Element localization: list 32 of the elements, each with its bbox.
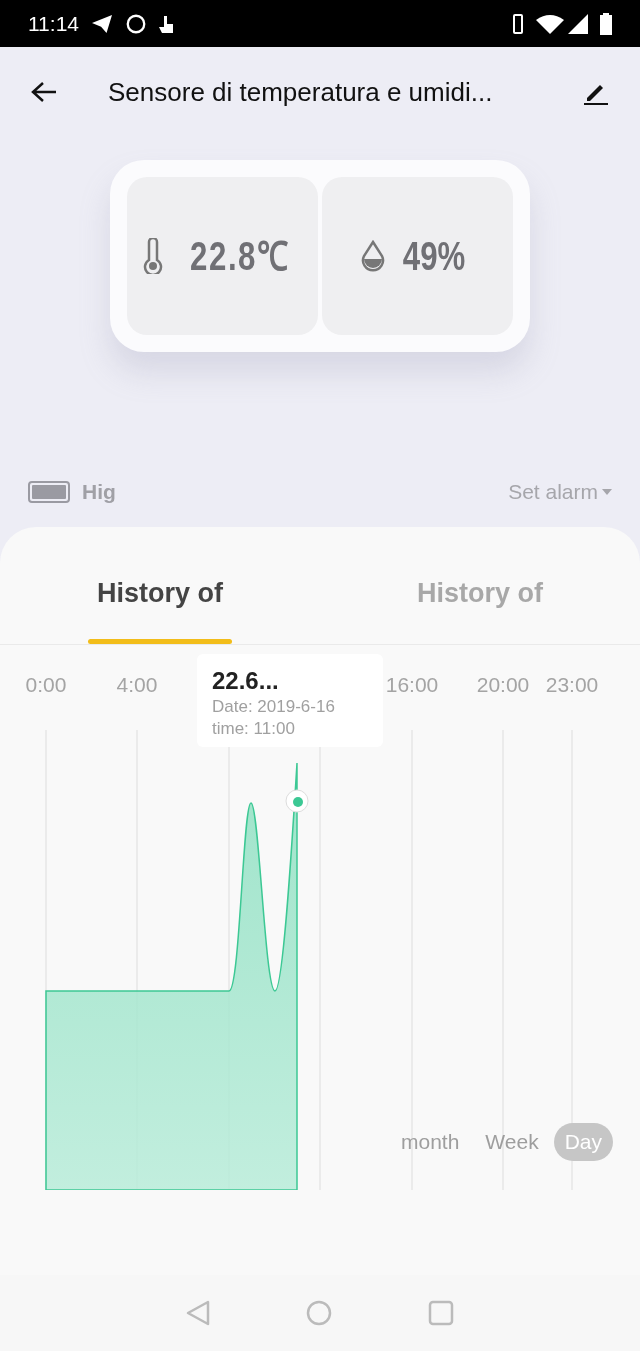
history-tab[interactable]: History of bbox=[0, 527, 320, 644]
range-option[interactable]: month bbox=[389, 1123, 471, 1161]
water-drop-icon bbox=[360, 240, 387, 272]
axis-label: 0:00 bbox=[25, 672, 67, 698]
tooltip-value: 22.6... bbox=[212, 666, 280, 696]
hand-icon bbox=[159, 13, 175, 34]
selected-point-marker bbox=[285, 789, 309, 813]
battery-status-icon bbox=[600, 12, 612, 35]
humidity-reading: 49% bbox=[403, 233, 466, 280]
axis-label: 4:00 bbox=[116, 672, 158, 698]
tooltip-time: time: 11:00 bbox=[212, 718, 296, 740]
battery-icon bbox=[28, 481, 70, 503]
range-option[interactable]: Day bbox=[553, 1123, 613, 1161]
battery-label: Hig bbox=[82, 479, 116, 506]
set-alarm-dropdown[interactable]: Set alarm bbox=[508, 476, 612, 508]
back-nav-icon[interactable] bbox=[186, 1300, 210, 1326]
caret-icon bbox=[602, 489, 612, 495]
history-tab[interactable]: History of bbox=[320, 527, 640, 644]
signal-icon bbox=[568, 13, 588, 34]
wifi-icon bbox=[536, 13, 564, 34]
send-icon bbox=[91, 13, 113, 34]
tooltip-date: Date: 2019-6-16 bbox=[212, 696, 336, 718]
axis-label: 20:00 bbox=[476, 672, 530, 698]
thermometer-icon bbox=[141, 238, 164, 274]
page-title: Sensore di temperatura e umidi... bbox=[108, 75, 494, 109]
status-time: 11:14 bbox=[28, 10, 79, 37]
home-nav-icon[interactable] bbox=[306, 1300, 332, 1326]
axis-label: 23:00 bbox=[545, 672, 599, 698]
axis-label: 16:00 bbox=[385, 672, 439, 698]
recents-nav-icon[interactable] bbox=[428, 1300, 454, 1326]
temperature-reading: 22.8℃ bbox=[189, 233, 290, 280]
range-option[interactable]: Week bbox=[474, 1123, 550, 1161]
